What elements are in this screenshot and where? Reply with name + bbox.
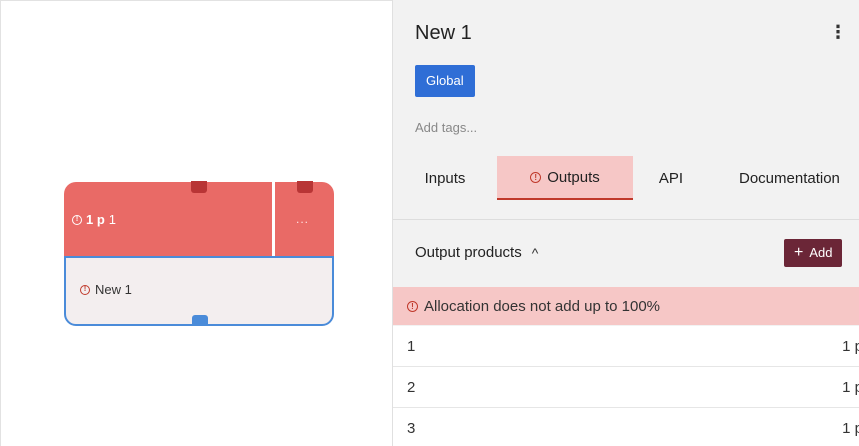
row-quantity: 1 p — [842, 378, 859, 396]
input-port-handle-2[interactable] — [297, 181, 313, 193]
global-badge[interactable]: Global — [415, 65, 475, 97]
add-output-button[interactable]: + Add — [784, 239, 843, 267]
flow-canvas[interactable]: ! 1 p 1 ... ! New 1 — [0, 0, 392, 446]
alert-text: Allocation does not add up to 100% — [424, 297, 661, 315]
more-vertical-icon[interactable]: ⋮ — [829, 22, 847, 43]
page-title: New 1 — [415, 22, 472, 44]
list-item[interactable]: 3 1 p — [393, 408, 859, 446]
allocation-alert: ! Allocation does not add up to 100% — [393, 287, 859, 325]
tab-outputs-label: Outputs — [547, 168, 600, 186]
node-quantity: 1 p — [86, 212, 105, 227]
node-name: New 1 — [95, 282, 132, 297]
row-index: 2 — [407, 378, 416, 396]
tab-api[interactable]: API — [633, 156, 709, 200]
row-quantity: 1 p — [842, 419, 859, 437]
node-header[interactable]: ! 1 p 1 ... — [64, 181, 334, 256]
list-item[interactable]: 1 1 p — [393, 326, 859, 367]
tab-documentation[interactable]: Documentation — [709, 156, 859, 200]
tab-outputs[interactable]: ! Outputs — [497, 156, 633, 200]
process-node[interactable]: ! 1 p 1 ... ! New 1 — [64, 181, 334, 326]
warning-icon: ! — [530, 171, 542, 183]
tags-input[interactable] — [415, 116, 715, 138]
node-header-label: ! 1 p 1 — [72, 212, 116, 227]
input-port-handle[interactable] — [191, 181, 207, 193]
output-port-handle[interactable] — [192, 315, 208, 326]
details-panel: New 1 ⋮ Global Inputs ! Outputs API Docu… — [392, 0, 859, 446]
plus-icon: + — [794, 244, 804, 261]
node-divider — [272, 182, 275, 256]
output-products-list: 1 1 p 2 1 p 3 1 p — [393, 326, 859, 446]
warning-icon: ! — [407, 300, 418, 312]
node-body[interactable]: ! New 1 — [64, 256, 334, 326]
add-button-label: Add — [809, 245, 833, 260]
node-quantity-name: 1 — [108, 212, 117, 227]
warning-icon: ! — [72, 214, 82, 225]
output-products-toggle[interactable]: Output products ^ — [415, 244, 538, 261]
section-title: Output products — [415, 244, 522, 261]
tab-bar: Inputs ! Outputs API Documentation — [393, 156, 859, 200]
tab-inputs[interactable]: Inputs — [393, 156, 497, 200]
chevron-up-icon: ^ — [531, 244, 539, 261]
output-products-header: Output products ^ + Add — [393, 220, 859, 286]
row-quantity: 1 p — [842, 337, 859, 355]
warning-icon: ! — [80, 284, 90, 295]
row-index: 1 — [407, 337, 416, 355]
row-index: 3 — [407, 419, 416, 437]
node-name-label: ! New 1 — [80, 282, 132, 297]
node-more-button[interactable]: ... — [296, 212, 309, 226]
list-item[interactable]: 2 1 p — [393, 367, 859, 408]
